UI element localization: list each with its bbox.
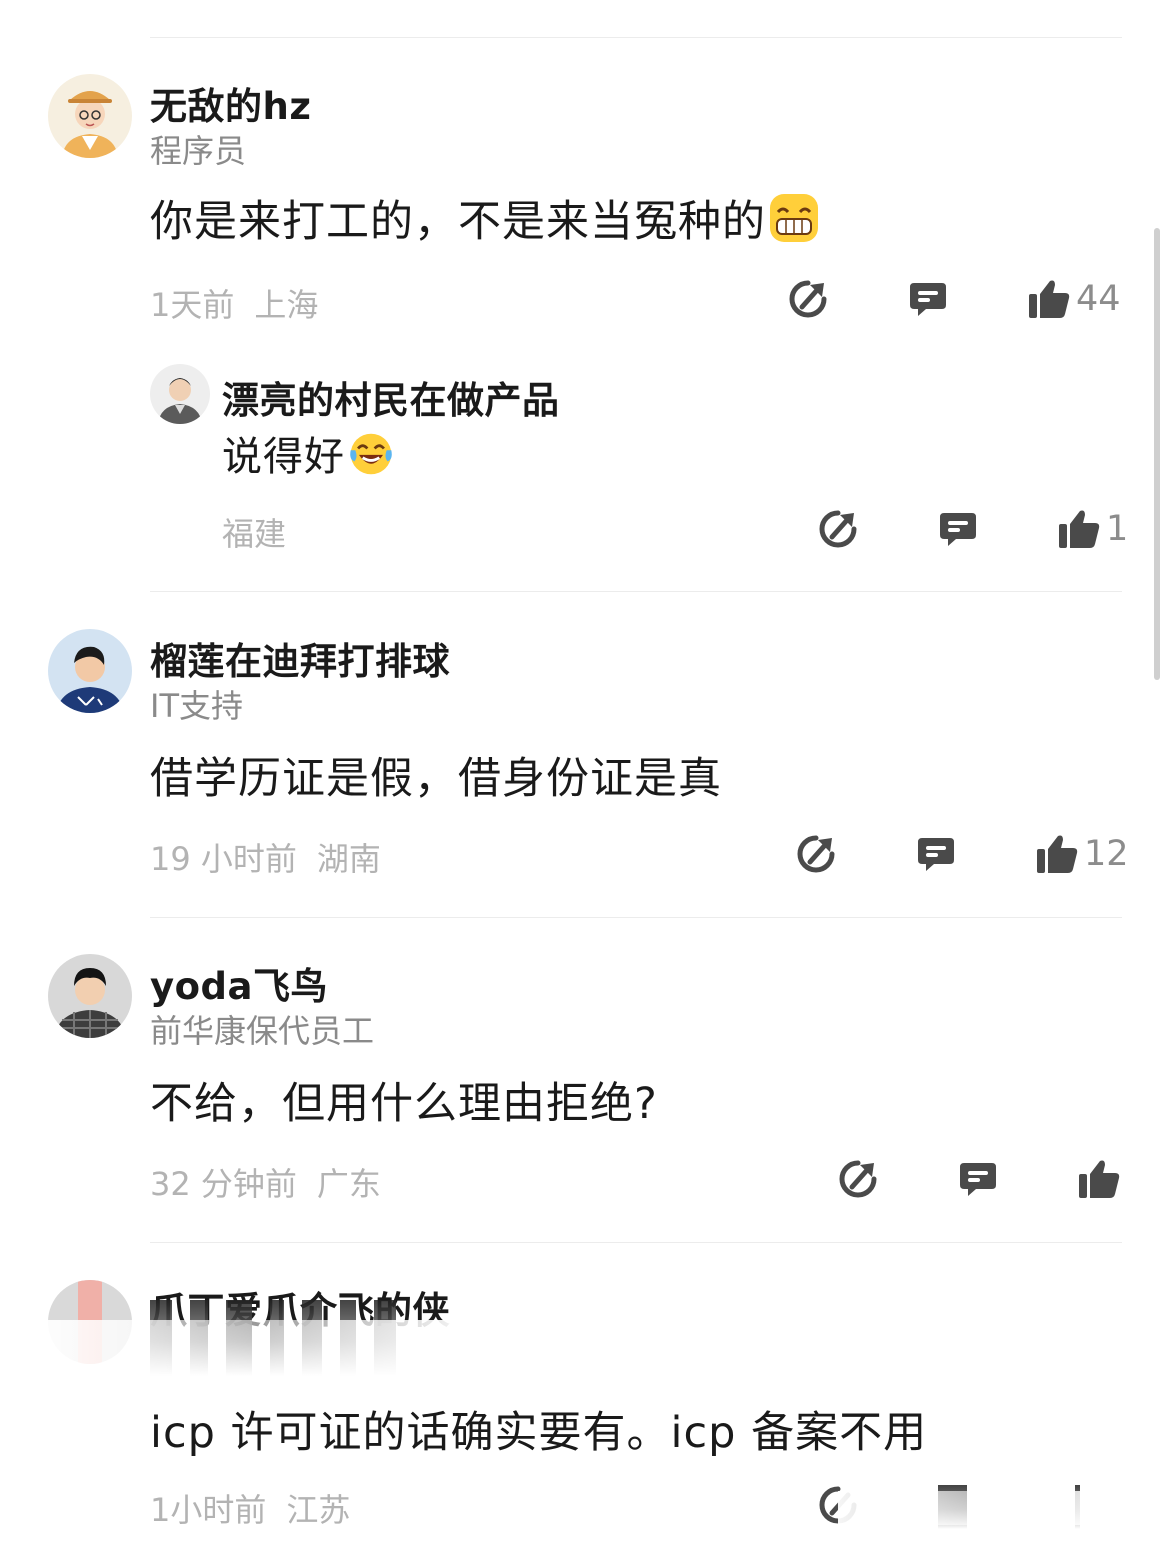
reply-icon: [910, 283, 946, 316]
reply-text: 说得好: [222, 424, 395, 482]
comment-time: 32 分钟前: [150, 1165, 297, 1203]
like-button[interactable]: 12: [1036, 834, 1129, 874]
comment-meta: 1小时前 江苏: [150, 1485, 350, 1531]
like-count: 12: [1084, 834, 1129, 874]
like-icon: [1037, 835, 1078, 873]
author-name[interactable]: 榴莲在迪拜打排球: [150, 631, 450, 685]
avatar[interactable]: [48, 74, 132, 158]
comment-actions: 12: [796, 834, 1129, 878]
reply-button[interactable]: [958, 1159, 998, 1199]
reply-location: 福建: [222, 515, 287, 553]
like-icon: [1059, 510, 1100, 548]
comment-text: 借学历证是假，借身份证是真: [150, 754, 722, 804]
reply-icon: [940, 513, 976, 546]
comment-location: 江苏: [286, 1491, 351, 1529]
share-icon: [789, 280, 827, 318]
grin-emoji: [770, 194, 818, 242]
comment-actions: [818, 1485, 1123, 1529]
share-icon: [819, 510, 857, 548]
comment-location: 广东: [316, 1165, 381, 1203]
reply-author-name[interactable]: 漂亮的村民在做产品: [222, 370, 560, 424]
author-name[interactable]: 无敌的hz: [150, 76, 311, 130]
comment-meta: 1天前 上海: [150, 280, 318, 326]
laugh-tears-emoji: [350, 433, 392, 475]
avatar[interactable]: [150, 364, 210, 424]
comment-text: 不给，但用什么理由拒绝?: [150, 1079, 658, 1129]
reply-meta: 福建: [222, 509, 286, 555]
divider: [150, 591, 1122, 592]
like-count: 44: [1076, 279, 1121, 319]
divider: [150, 917, 1122, 918]
share-icon: [839, 1160, 877, 1198]
reply-button[interactable]: [916, 834, 956, 874]
reply-actions: 1: [818, 509, 1128, 553]
reply-icon: [918, 838, 954, 871]
top-divider: [150, 37, 1122, 38]
share-button[interactable]: [838, 1159, 878, 1199]
comment-meta: 19 小时前 湖南: [150, 834, 381, 880]
share-icon: [797, 835, 835, 873]
comment-meta: 32 分钟前 广东: [150, 1159, 381, 1205]
mosaic-overlay: [838, 1491, 1123, 1525]
avatar[interactable]: [48, 629, 132, 713]
like-button[interactable]: [1078, 1159, 1126, 1199]
comment-text: icp 许可证的话确实要有。icp 备案不用: [150, 1408, 928, 1458]
divider: [150, 1242, 1122, 1243]
comment-actions: [838, 1159, 1123, 1203]
comment-text-content: 你是来打工的，不是来当冤种的: [150, 197, 766, 247]
scrollbar[interactable]: [1154, 228, 1160, 680]
comment-time: 1天前: [150, 286, 235, 324]
comment-location: 湖南: [316, 840, 381, 878]
author-title: 程序员: [150, 132, 247, 170]
reply-text-content: 说得好: [222, 434, 345, 480]
share-button[interactable]: [788, 279, 828, 319]
like-count: 1: [1106, 509, 1129, 549]
share-button[interactable]: [818, 509, 858, 549]
comment-time: 19 小时前: [150, 840, 297, 878]
author-name[interactable]: yoda飞鸟: [150, 956, 328, 1010]
comment-time: 1小时前: [150, 1491, 267, 1529]
reply-button[interactable]: [938, 509, 978, 549]
author-title: 前华康保代员工: [150, 1012, 375, 1050]
avatar[interactable]: [48, 954, 132, 1038]
like-button[interactable]: 44: [1028, 279, 1121, 319]
like-icon: [1079, 1160, 1120, 1198]
comment-location: 上海: [254, 286, 319, 324]
share-button[interactable]: [796, 834, 836, 874]
comment-text: 你是来打工的，不是来当冤种的: [150, 187, 820, 249]
mosaic-overlay: [40, 1320, 460, 1390]
reply-button[interactable]: [908, 279, 948, 319]
reply-icon: [960, 1163, 996, 1196]
like-icon: [1029, 280, 1070, 318]
comment-actions: 44: [788, 279, 1123, 323]
author-title: IT支持: [150, 687, 243, 725]
like-button[interactable]: 1: [1058, 509, 1128, 549]
